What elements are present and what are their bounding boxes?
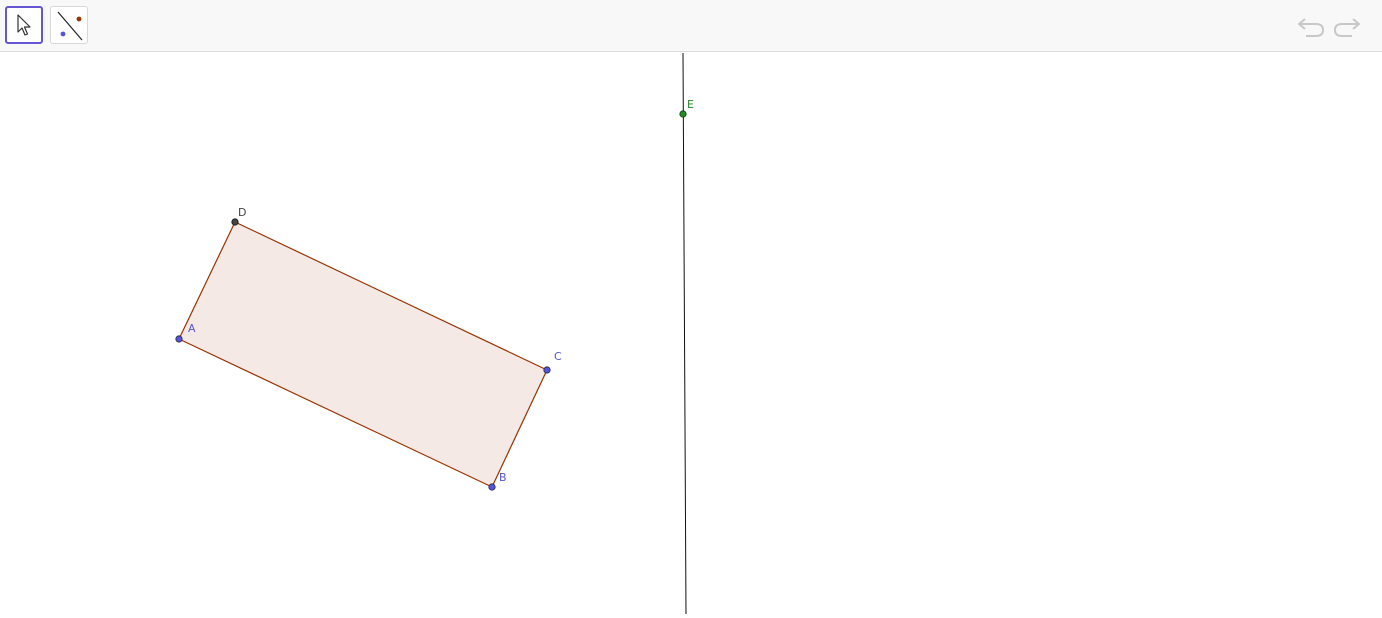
move-arrow-icon bbox=[17, 14, 31, 36]
line-tool-button[interactable] bbox=[50, 6, 88, 44]
point-a[interactable] bbox=[175, 335, 183, 343]
move-tool-button[interactable] bbox=[5, 6, 43, 44]
point-d[interactable] bbox=[231, 218, 239, 226]
point-b[interactable] bbox=[488, 483, 496, 491]
line-through-e[interactable] bbox=[682, 52, 687, 615]
point-e[interactable] bbox=[679, 110, 687, 118]
line-through-two-points-icon bbox=[57, 11, 83, 41]
undo-button[interactable] bbox=[1295, 12, 1327, 40]
point-e-label: E bbox=[687, 98, 694, 111]
point-a-label: A bbox=[188, 322, 196, 335]
undo-icon bbox=[1298, 18, 1325, 37]
redo-button[interactable] bbox=[1331, 12, 1363, 40]
toolbar bbox=[0, 0, 1382, 52]
graphics-canvas[interactable]: A B C D E bbox=[0, 52, 1382, 615]
point-c[interactable] bbox=[543, 366, 551, 374]
redo-icon bbox=[1333, 18, 1360, 37]
quadrilateral-abcd[interactable] bbox=[178, 221, 548, 488]
point-d-label: D bbox=[238, 206, 246, 219]
point-c-label: C bbox=[554, 350, 562, 363]
graphics-view[interactable]: A B C D E bbox=[0, 52, 1382, 615]
point-b-label: B bbox=[499, 471, 507, 484]
